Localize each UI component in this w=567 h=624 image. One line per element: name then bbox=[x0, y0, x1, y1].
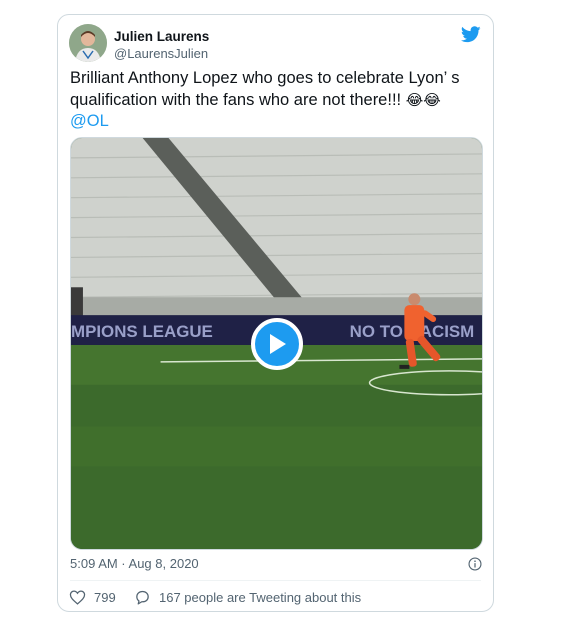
heart-icon bbox=[69, 590, 86, 605]
divider bbox=[70, 580, 481, 581]
tweet-emojis: 😂😂 bbox=[405, 91, 441, 109]
info-icon[interactable] bbox=[468, 557, 482, 571]
tweet-text: Brilliant Anthony Lopez who goes to cele… bbox=[70, 69, 460, 109]
twitter-bird-icon[interactable] bbox=[461, 26, 481, 43]
author-name[interactable]: Julien Laurens bbox=[114, 29, 209, 44]
mention-link[interactable]: @OL bbox=[70, 112, 109, 130]
play-button[interactable] bbox=[251, 318, 303, 370]
like-count: 799 bbox=[94, 590, 116, 605]
play-icon bbox=[270, 334, 286, 354]
tweet-card: Julien Laurens @LaurensJulien Brilliant … bbox=[57, 14, 494, 612]
author-handle[interactable]: @LaurensJulien bbox=[114, 46, 208, 61]
tweet-timestamp[interactable]: 5:09 AM · Aug 8, 2020 bbox=[70, 556, 199, 571]
video-player[interactable]: MPIONS LEAGUE NO TO RACISM bbox=[70, 137, 483, 550]
conversation-link[interactable]: 167 people are Tweeting about this bbox=[134, 589, 361, 606]
conversation-text: 167 people are Tweeting about this bbox=[159, 590, 362, 605]
avatar[interactable] bbox=[69, 24, 107, 62]
speech-bubble-icon bbox=[136, 590, 149, 605]
tweet-text-block: Brilliant Anthony Lopez who goes to cele… bbox=[70, 68, 480, 133]
like-button[interactable]: 799 bbox=[69, 589, 116, 606]
banner-left-text: MPIONS LEAGUE bbox=[71, 322, 213, 341]
